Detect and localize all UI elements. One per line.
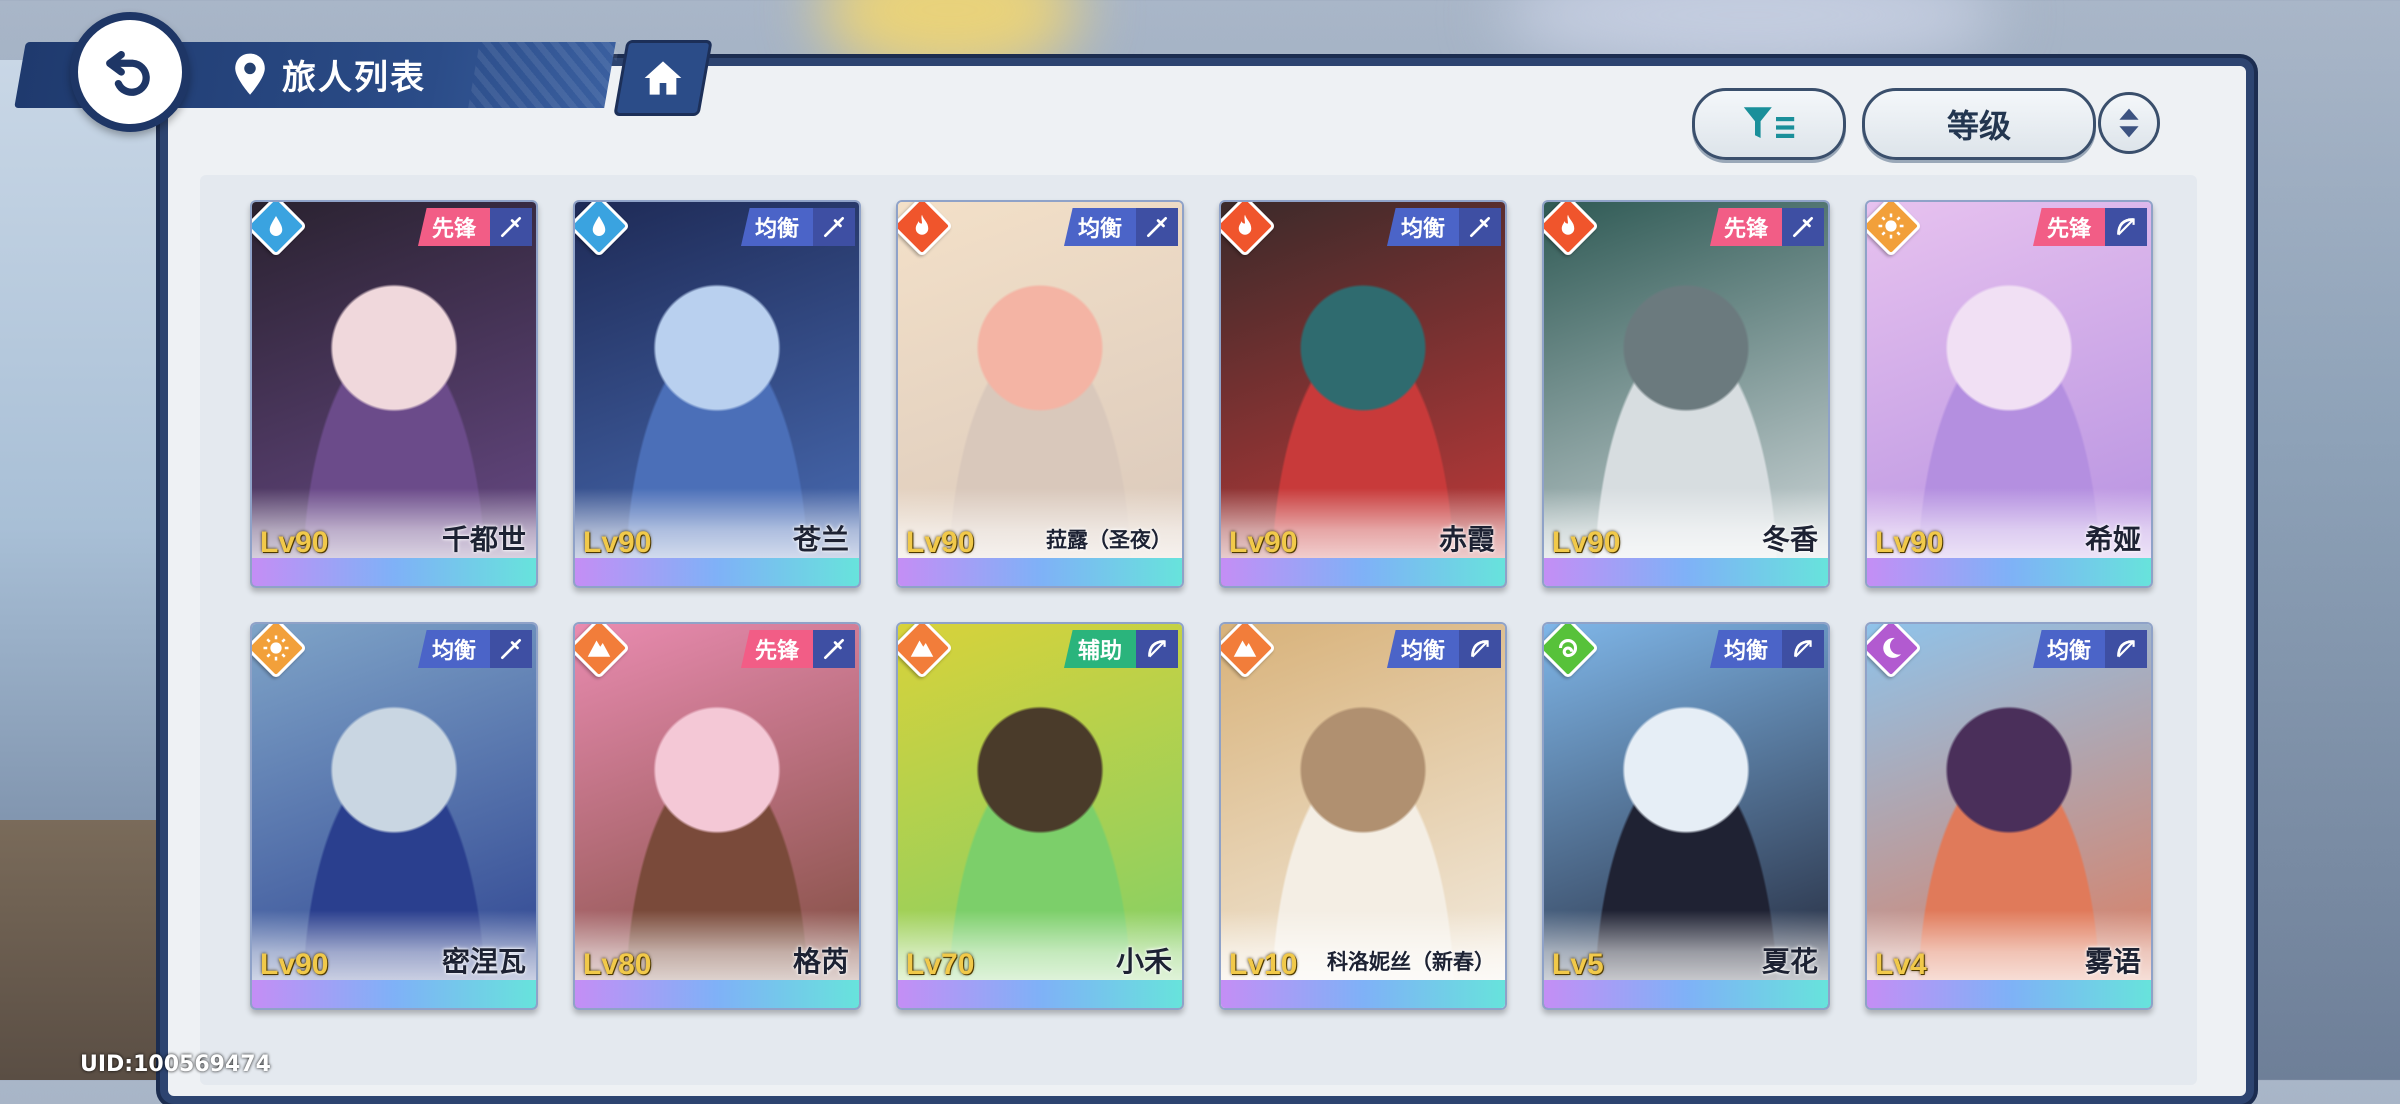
role-badge: 先锋 [1709, 208, 1782, 246]
character-name: 苍兰 [792, 523, 849, 556]
traveler-card[interactable]: 先锋 Lv90 千都世 [250, 200, 538, 588]
filter-button[interactable] [1692, 88, 1846, 160]
rarity-bar [1221, 558, 1505, 586]
page-title: 旅人列表 [282, 58, 426, 98]
background-window [0, 60, 170, 840]
character-name: 科洛妮丝（新春） [1327, 950, 1495, 974]
wind-element-icon [1544, 624, 1600, 680]
traveler-card[interactable]: 先锋 Lv90 希娅 [1865, 200, 2153, 588]
rarity-bar [1867, 558, 2151, 586]
fire-element-icon [898, 202, 954, 258]
home-icon [644, 61, 682, 95]
level-label: Lv90 [260, 948, 329, 981]
character-name: 菈露（圣夜） [1046, 528, 1172, 552]
character-name: 夏花 [1761, 945, 1818, 978]
character-name: 冬香 [1761, 523, 1818, 556]
earth-element-icon [1221, 624, 1277, 680]
sort-order-icon [2119, 108, 2139, 138]
level-label: Lv80 [583, 948, 652, 981]
level-label: Lv90 [583, 526, 652, 559]
moon-element-icon [1867, 624, 1923, 680]
level-label: Lv5 [1552, 948, 1604, 981]
role-badge: 先锋 [417, 208, 490, 246]
sort-by-level-button[interactable]: 等级 [1862, 88, 2096, 160]
rarity-bar [1544, 558, 1828, 586]
rarity-bar [1867, 980, 2151, 1008]
level-label: Lv90 [1229, 526, 1298, 559]
traveler-card[interactable]: 均衡 Lv10 科洛妮丝（新春） [1219, 622, 1507, 1010]
rarity-bar [252, 980, 536, 1008]
level-label: Lv90 [906, 526, 975, 559]
role-badge: 均衡 [1386, 630, 1459, 668]
character-name: 密涅瓦 [441, 945, 526, 978]
rarity-bar [1544, 980, 1828, 1008]
character-name: 赤霞 [1438, 523, 1495, 556]
character-name: 格芮 [792, 945, 849, 978]
bow-weapon-icon [1136, 630, 1178, 668]
filter-icon [1743, 107, 1795, 138]
traveler-card[interactable]: 均衡 Lv4 雾语 [1865, 622, 2153, 1010]
level-label: Lv90 [1875, 526, 1944, 559]
role-badge: 均衡 [2032, 630, 2105, 668]
role-badge: 均衡 [1386, 208, 1459, 246]
back-button[interactable] [70, 12, 190, 132]
water-element-icon [575, 202, 631, 258]
role-badge: 先锋 [2032, 208, 2105, 246]
role-badge: 先锋 [740, 630, 813, 668]
character-name: 雾语 [2084, 945, 2141, 978]
traveler-card[interactable]: 均衡 Lv90 苍兰 [573, 200, 861, 588]
sun-element-icon [252, 624, 308, 680]
fire-element-icon [1544, 202, 1600, 258]
sort-order-toggle[interactable] [2098, 92, 2160, 154]
traveler-card[interactable]: 先锋 Lv80 格芮 [573, 622, 861, 1010]
rarity-bar [575, 558, 859, 586]
level-label: Lv90 [1552, 526, 1621, 559]
bow-weapon-icon [1782, 630, 1824, 668]
earth-element-icon [898, 624, 954, 680]
role-badge: 均衡 [1709, 630, 1782, 668]
character-name: 希娅 [2084, 523, 2141, 556]
rarity-bar [898, 980, 1182, 1008]
character-name: 千都世 [441, 523, 526, 556]
home-button[interactable] [613, 40, 713, 116]
earth-element-icon [575, 624, 631, 680]
fire-element-icon [1221, 202, 1277, 258]
sword-weapon-icon [1459, 208, 1501, 246]
sword-weapon-icon [1782, 208, 1824, 246]
traveler-card[interactable]: 均衡 Lv90 菈露（圣夜） [896, 200, 1184, 588]
water-element-icon [252, 202, 308, 258]
level-label: Lv70 [906, 948, 975, 981]
role-badge: 均衡 [740, 208, 813, 246]
rarity-bar [898, 558, 1182, 586]
sword-weapon-icon [813, 630, 855, 668]
character-name: 小禾 [1115, 945, 1172, 978]
rarity-bar [575, 980, 859, 1008]
sword-weapon-icon [490, 630, 532, 668]
level-label: Lv10 [1229, 948, 1298, 981]
level-label: Lv4 [1875, 948, 1927, 981]
uid-label: UID:100569474 [80, 1052, 271, 1077]
level-label: Lv90 [260, 526, 329, 559]
traveler-card[interactable]: 辅助 Lv70 小禾 [896, 622, 1184, 1010]
traveler-card[interactable]: 均衡 Lv90 赤霞 [1219, 200, 1507, 588]
role-badge: 辅助 [1063, 630, 1136, 668]
role-badge: 均衡 [417, 630, 490, 668]
sun-element-icon [1867, 202, 1923, 258]
location-pin-icon [235, 53, 265, 95]
rarity-bar [252, 558, 536, 586]
rarity-bar [1221, 980, 1505, 1008]
traveler-card[interactable]: 均衡 Lv90 密涅瓦 [250, 622, 538, 1010]
sword-weapon-icon [490, 208, 532, 246]
bow-weapon-icon [1459, 630, 1501, 668]
bow-weapon-icon [2105, 630, 2147, 668]
role-badge: 均衡 [1063, 208, 1136, 246]
sort-label: 等级 [1946, 107, 2011, 145]
bow-weapon-icon [2105, 208, 2147, 246]
back-arrow-icon [106, 50, 150, 96]
sword-weapon-icon [813, 208, 855, 246]
traveler-card[interactable]: 均衡 Lv5 夏花 [1542, 622, 1830, 1010]
traveler-card[interactable]: 先锋 Lv90 冬香 [1542, 200, 1830, 588]
sword-weapon-icon [1136, 208, 1178, 246]
